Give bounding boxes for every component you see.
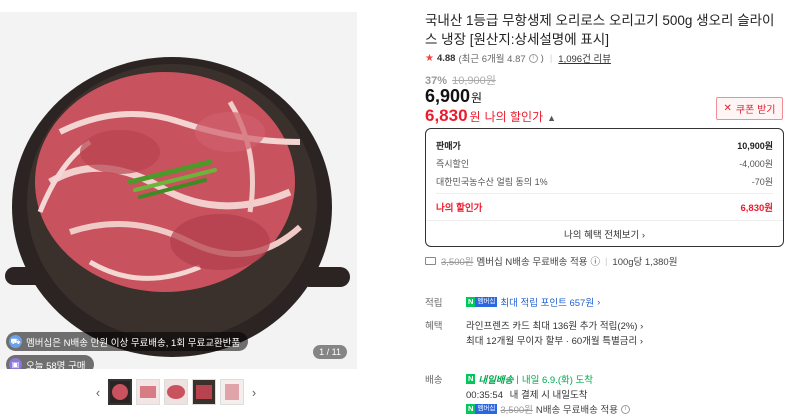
chevron-up-icon[interactable]: ▲ — [547, 113, 556, 123]
delivery-date: 내일 6.9.(화) 도착 — [521, 375, 594, 386]
breakdown-row-label: 대한민국농수산 얼림 동의 1% — [436, 177, 548, 187]
breakdown-header-value: 10,900원 — [737, 141, 773, 151]
breakdown-mine-label: 나의 할인가 — [436, 203, 483, 214]
product-title: 국내산 1등급 무항생제 오리로스 오리고기 500g 생오리 슬라이스 냉장 … — [425, 13, 775, 47]
shipping-fee-row: N 멤버십 3,500원 N배송 무료배송 적용 i — [466, 402, 630, 416]
thumbnail-strip: ‹ › — [92, 379, 260, 405]
breakdown-my-price-row: 나의 할인가 6,830원 — [436, 200, 773, 214]
thumbnail[interactable] — [220, 379, 244, 405]
my-price-label: 나의 할인가 — [484, 110, 544, 124]
sale-price-amount: 6,900 — [425, 86, 471, 106]
coupon-icon: ✕ — [723, 103, 732, 114]
thumbnail[interactable] — [164, 379, 188, 405]
rating-recent-close: ) — [540, 52, 544, 64]
star-icon: ★ — [425, 52, 434, 64]
truck-icon — [425, 257, 436, 265]
max-points-text: 최대 적립 포인트 657원 — [500, 298, 595, 309]
points-row[interactable]: N 멤버십 최대 적립 포인트 657원 › — [466, 295, 600, 309]
sale-price: 6,900원 — [425, 86, 482, 107]
coupon-button[interactable]: ✕ 쿠폰 받기 — [716, 97, 783, 120]
price-breakdown-header: 판매가 10,900원 — [436, 139, 773, 152]
installment-benefit-link[interactable]: 최대 12개월 무이자 할부 · 60개월 특별금리 › — [466, 333, 643, 347]
divider: | — [516, 373, 519, 385]
breakdown-row-value: -4,000원 — [739, 159, 773, 169]
price-breakdown-box: 판매가 10,900원 즉시할인 -4,000원 대한민국농수산 얼림 동의 1… — [425, 128, 784, 247]
delivery-section-label: 배송 — [425, 375, 443, 386]
tomorrow-delivery-label: 내일배송 — [478, 375, 514, 386]
delivery-truck-icon: ⛟ — [9, 335, 22, 348]
unit-price: 100g당 1,380원 — [612, 257, 678, 268]
naver-delivery-badge: N — [466, 374, 476, 384]
divider — [426, 220, 783, 221]
benefit-section-label: 혜택 — [425, 321, 443, 332]
deadline-text: 내 결제 시 내일도착 — [509, 390, 588, 401]
thumbnail[interactable] — [136, 379, 160, 405]
shipping-membership-text: 멤버십 N배송 무료배송 적용 — [476, 257, 588, 268]
rating-recent: (최근 6개월 4.87 — [458, 54, 526, 65]
view-all-benefits-link[interactable]: 나의 혜택 전체보기 › — [426, 227, 783, 241]
coupon-label: 쿠폰 받기 — [735, 105, 776, 116]
my-discount-price[interactable]: 6,830 원 나의 할인가 ▲ — [425, 106, 556, 126]
naver-membership-badge: N 멤버십 — [466, 404, 498, 414]
info-icon[interactable]: i — [620, 404, 630, 414]
breakdown-mine-value: 6,830원 — [740, 203, 773, 214]
rating-score: 4.88 — [436, 52, 456, 64]
info-icon[interactable]: ⓘ — [590, 254, 600, 268]
npay-n: N — [466, 404, 476, 414]
thumbnail[interactable] — [192, 379, 216, 405]
shipping-fee-original: 3,500원 — [441, 257, 474, 268]
npay-membership: 멤버십 — [475, 404, 498, 414]
deadline-countdown: 00:35:54 — [466, 390, 503, 401]
naver-membership-badge: N 멤버십 — [466, 297, 498, 307]
buyers-today-badge: ▣ 오늘 58명 구매 — [6, 355, 94, 369]
product-main-image[interactable]: ⛟ 멤버십은 N배송 만원 이상 무료배송, 1회 무료교환반품 ▣ 오늘 58… — [0, 12, 357, 369]
divider: | — [549, 52, 553, 64]
npay-n: N — [466, 297, 476, 307]
npay-membership: 멤버십 — [475, 297, 498, 307]
info-icon[interactable]: i — [528, 53, 538, 63]
rating-row: ★ 4.88 (최근 6개월 4.87 i ) | 1,096건 리뷰 — [425, 51, 611, 66]
breakdown-row-label: 즉시할인 — [436, 159, 470, 169]
my-price-amount: 6,830 — [425, 106, 468, 125]
delivery-row: N 내일배송 | 내일 6.9.(화) 도착 — [466, 372, 593, 386]
duck-meat-photo — [0, 12, 357, 369]
card-benefit-link[interactable]: 라인프렌즈 카드 최대 136원 추가 적립(2%) › — [466, 318, 643, 332]
cart-icon: ▣ — [9, 358, 22, 369]
image-counter: 1 / 11 — [313, 345, 347, 359]
badge-buyers-text: 오늘 58명 구매 — [26, 360, 86, 370]
membership-delivery-badge: ⛟ 멤버십은 N배송 만원 이상 무료배송, 1회 무료교환반품 — [6, 332, 249, 351]
shipping-fee-original: 3,500원 — [500, 405, 533, 416]
thumbnail-prev-arrow[interactable]: ‹ — [92, 379, 104, 405]
shipping-free-text: N배송 무료배송 적용 — [535, 405, 618, 416]
my-price-currency: 원 — [469, 110, 481, 124]
thumbnail-next-arrow[interactable]: › — [248, 379, 260, 405]
order-deadline: 00:35:54 내 결제 시 내일도착 — [466, 387, 587, 401]
breakdown-row: 대한민국농수산 얼림 동의 1% -70원 — [436, 175, 773, 188]
points-section-label: 적립 — [425, 298, 443, 309]
badge-delivery-text: 멤버십은 N배송 만원 이상 무료배송, 1회 무료교환반품 — [26, 337, 241, 349]
divider — [436, 193, 773, 194]
divider: | — [604, 255, 608, 267]
npay-n: N — [466, 374, 476, 384]
product-gallery: ⛟ 멤버십은 N배송 만원 이상 무료배송, 1회 무료교환반품 ▣ 오늘 58… — [0, 0, 357, 416]
reviews-link[interactable]: 1,096건 리뷰 — [558, 51, 611, 65]
breakdown-header-label: 판매가 — [436, 141, 461, 151]
breakdown-row: 즉시할인 -4,000원 — [436, 157, 773, 170]
thumbnail[interactable] — [108, 379, 132, 405]
chevron-right-icon: › — [597, 296, 601, 308]
sale-price-currency: 원 — [471, 91, 483, 105]
shipping-summary: 3,500원 멤버십 N배송 무료배송 적용 ⓘ | 100g당 1,380원 — [425, 254, 677, 268]
breakdown-row-value: -70원 — [751, 177, 773, 187]
